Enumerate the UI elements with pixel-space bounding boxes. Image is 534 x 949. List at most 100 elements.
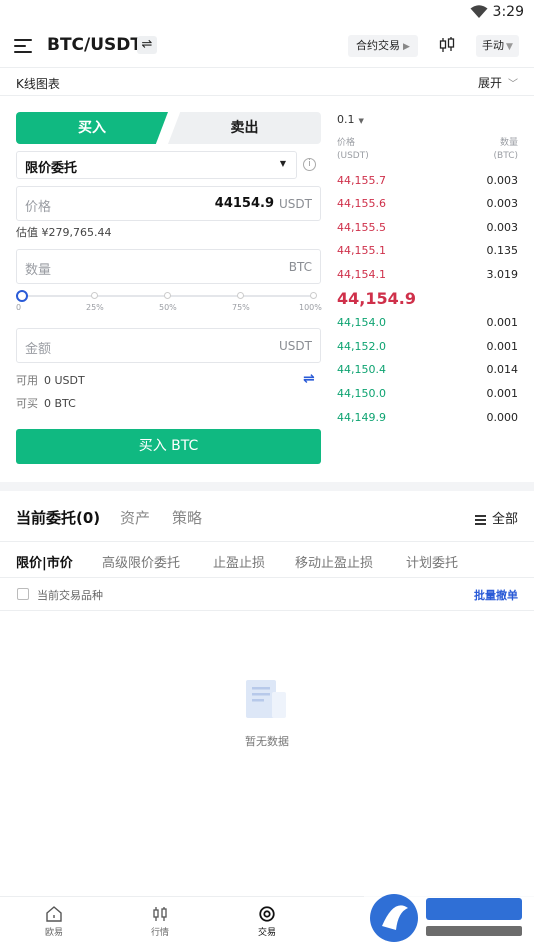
qty-header-unit: (BTC) xyxy=(493,151,518,161)
current-pair-label: 当前交易品种 xyxy=(37,589,103,602)
depth-select[interactable]: 0.1 ▼ xyxy=(337,113,364,126)
slider-mark[interactable] xyxy=(164,292,171,299)
slider-label: 100% xyxy=(299,303,322,312)
price-input[interactable]: 价格 44154.9 USDT xyxy=(16,186,321,221)
expand-label: 展开 xyxy=(477,76,502,90)
slider-label: 75% xyxy=(232,303,250,312)
slider-mark[interactable] xyxy=(91,292,98,299)
bid-row[interactable]: 44,154.0 0.001 xyxy=(337,314,518,332)
kline-label: K线图表 xyxy=(16,77,60,91)
current-pair-checkbox[interactable] xyxy=(17,588,29,600)
ask-qty: 0.003 xyxy=(486,174,519,187)
available-value: 0 USDT xyxy=(44,374,85,387)
orderbook-price-header: 价格 (USDT) xyxy=(337,137,369,163)
filter-row: 当前交易品种 批量撤单 xyxy=(0,578,534,611)
bid-price: 44,150.4 xyxy=(337,363,386,376)
nav-trade[interactable]: 交易 xyxy=(242,905,292,938)
order-type-label: 限价委托 xyxy=(25,161,78,176)
manual-mode-button[interactable]: 手动 ▼ xyxy=(476,35,519,57)
manual-mode-label: 手动 xyxy=(482,39,504,52)
batch-cancel-button[interactable]: 批量撤单 xyxy=(474,587,518,603)
price-value: 44154.9 xyxy=(214,196,274,211)
candlestick-icon[interactable] xyxy=(438,36,456,54)
price-unit: USDT xyxy=(279,197,312,211)
tab-assets[interactable]: 资产 xyxy=(120,507,150,528)
ask-price: 44,155.7 xyxy=(337,174,386,187)
bid-price: 44,149.9 xyxy=(337,411,386,424)
bid-price: 44,150.0 xyxy=(337,387,386,400)
buyable-row: 可买 0 BTC xyxy=(16,395,76,411)
ask-row[interactable]: 44,155.1 0.135 xyxy=(337,242,518,260)
kline-expand[interactable]: 展开 ﹀ xyxy=(478,74,518,91)
available-key: 可用 xyxy=(16,374,38,387)
amount-slider[interactable]: 0 25% 50% 75% 100% xyxy=(16,290,322,316)
all-filter[interactable]: 全部 xyxy=(474,508,518,527)
transfer-icon[interactable]: ⇌ xyxy=(303,371,315,387)
sell-tab[interactable]: 卖出 xyxy=(168,112,321,144)
sub-tab-trigger-order[interactable]: 计划委托 xyxy=(406,552,458,571)
sub-tab-advanced-limit[interactable]: 高级限价委托 xyxy=(102,552,180,571)
caret-down-icon: ▼ xyxy=(506,42,513,52)
kline-bar[interactable]: K线图表 展开 ﹀ xyxy=(0,67,534,96)
slider-label: 25% xyxy=(86,303,104,312)
quantity-placeholder: 数量 xyxy=(25,263,52,278)
ask-qty: 0.135 xyxy=(486,244,519,257)
futures-trade-button[interactable]: 合约交易 ▶ xyxy=(348,35,418,57)
nav-home[interactable]: 欧易 xyxy=(29,905,79,938)
ask-qty: 0.003 xyxy=(486,197,519,210)
info-icon[interactable]: i xyxy=(303,158,316,171)
slider-mark[interactable] xyxy=(237,292,244,299)
caret-down-icon: ▼ xyxy=(358,117,364,125)
bid-row[interactable]: 44,150.4 0.014 xyxy=(337,361,518,379)
section-divider xyxy=(0,482,534,491)
last-price[interactable]: 44,154.9 xyxy=(337,289,416,308)
watermark-logo xyxy=(364,886,534,949)
slider-knob[interactable] xyxy=(16,290,28,302)
quantity-input[interactable]: 数量 BTC xyxy=(16,249,321,284)
ask-row[interactable]: 44,155.5 0.003 xyxy=(337,219,518,237)
buy-tab[interactable]: 买入 xyxy=(16,112,168,144)
ask-row[interactable]: 44,154.1 3.019 xyxy=(337,266,518,284)
bid-row[interactable]: 44,152.0 0.001 xyxy=(337,338,518,356)
order-sub-tabs: 限价|市价 高级限价委托 止盈止损 移动止盈止损 计划委托 xyxy=(0,541,534,578)
empty-state-text: 暂无数据 xyxy=(245,735,289,748)
price-placeholder: 价格 xyxy=(25,200,52,215)
pair-title[interactable]: BTC/USDT xyxy=(47,35,142,55)
orderbook-qty-header: 数量 (BTC) xyxy=(494,137,518,163)
menu-icon[interactable] xyxy=(14,38,32,54)
bid-qty: 0.001 xyxy=(486,340,519,353)
buy-btc-button[interactable]: 买入 BTC xyxy=(16,429,321,464)
amount-placeholder: 金额 xyxy=(25,342,52,357)
bid-qty: 0.000 xyxy=(486,411,519,424)
wifi-icon xyxy=(470,5,488,18)
bid-qty: 0.001 xyxy=(486,316,519,329)
ask-qty: 3.019 xyxy=(486,268,519,281)
ask-price: 44,154.1 xyxy=(337,268,386,281)
tab-strategy[interactable]: 策略 xyxy=(172,507,202,528)
order-type-select[interactable]: 限价委托 ▼ xyxy=(16,151,297,179)
ask-row[interactable]: 44,155.7 0.003 xyxy=(337,172,518,190)
amount-unit: USDT xyxy=(279,339,312,353)
all-label: 全部 xyxy=(491,512,518,527)
bid-row[interactable]: 44,150.0 0.001 xyxy=(337,385,518,403)
swap-pair-icon[interactable]: ⇌ xyxy=(137,36,157,54)
nav-market[interactable]: 行情 xyxy=(135,905,185,938)
bid-qty: 0.014 xyxy=(486,363,519,376)
bid-row[interactable]: 44,149.9 0.000 xyxy=(337,409,518,427)
amount-input[interactable]: 金额 USDT xyxy=(16,328,321,363)
sub-tab-trailing-stop[interactable]: 移动止盈止损 xyxy=(295,552,373,571)
buyable-value: 0 BTC xyxy=(44,397,76,410)
status-time: 3:29 xyxy=(492,4,524,20)
tab-current-orders[interactable]: 当前委托(0) xyxy=(16,507,100,528)
orders-tabs: 当前委托(0) 资产 策略 全部 xyxy=(0,491,534,541)
slider-mark[interactable] xyxy=(310,292,317,299)
bid-price: 44,154.0 xyxy=(337,316,386,329)
chevron-down-icon: ﹀ xyxy=(508,79,518,90)
quantity-unit: BTC xyxy=(288,260,312,274)
header: BTC/USDT ⇌ 合约交易 ▶ 手动 ▼ xyxy=(0,26,534,66)
sub-tab-limit-market[interactable]: 限价|市价 xyxy=(16,552,73,571)
ask-price: 44,155.5 xyxy=(337,221,386,234)
sub-tab-tp-sl[interactable]: 止盈止损 xyxy=(213,552,265,571)
depth-value: 0.1 xyxy=(337,113,355,126)
ask-row[interactable]: 44,155.6 0.003 xyxy=(337,195,518,213)
